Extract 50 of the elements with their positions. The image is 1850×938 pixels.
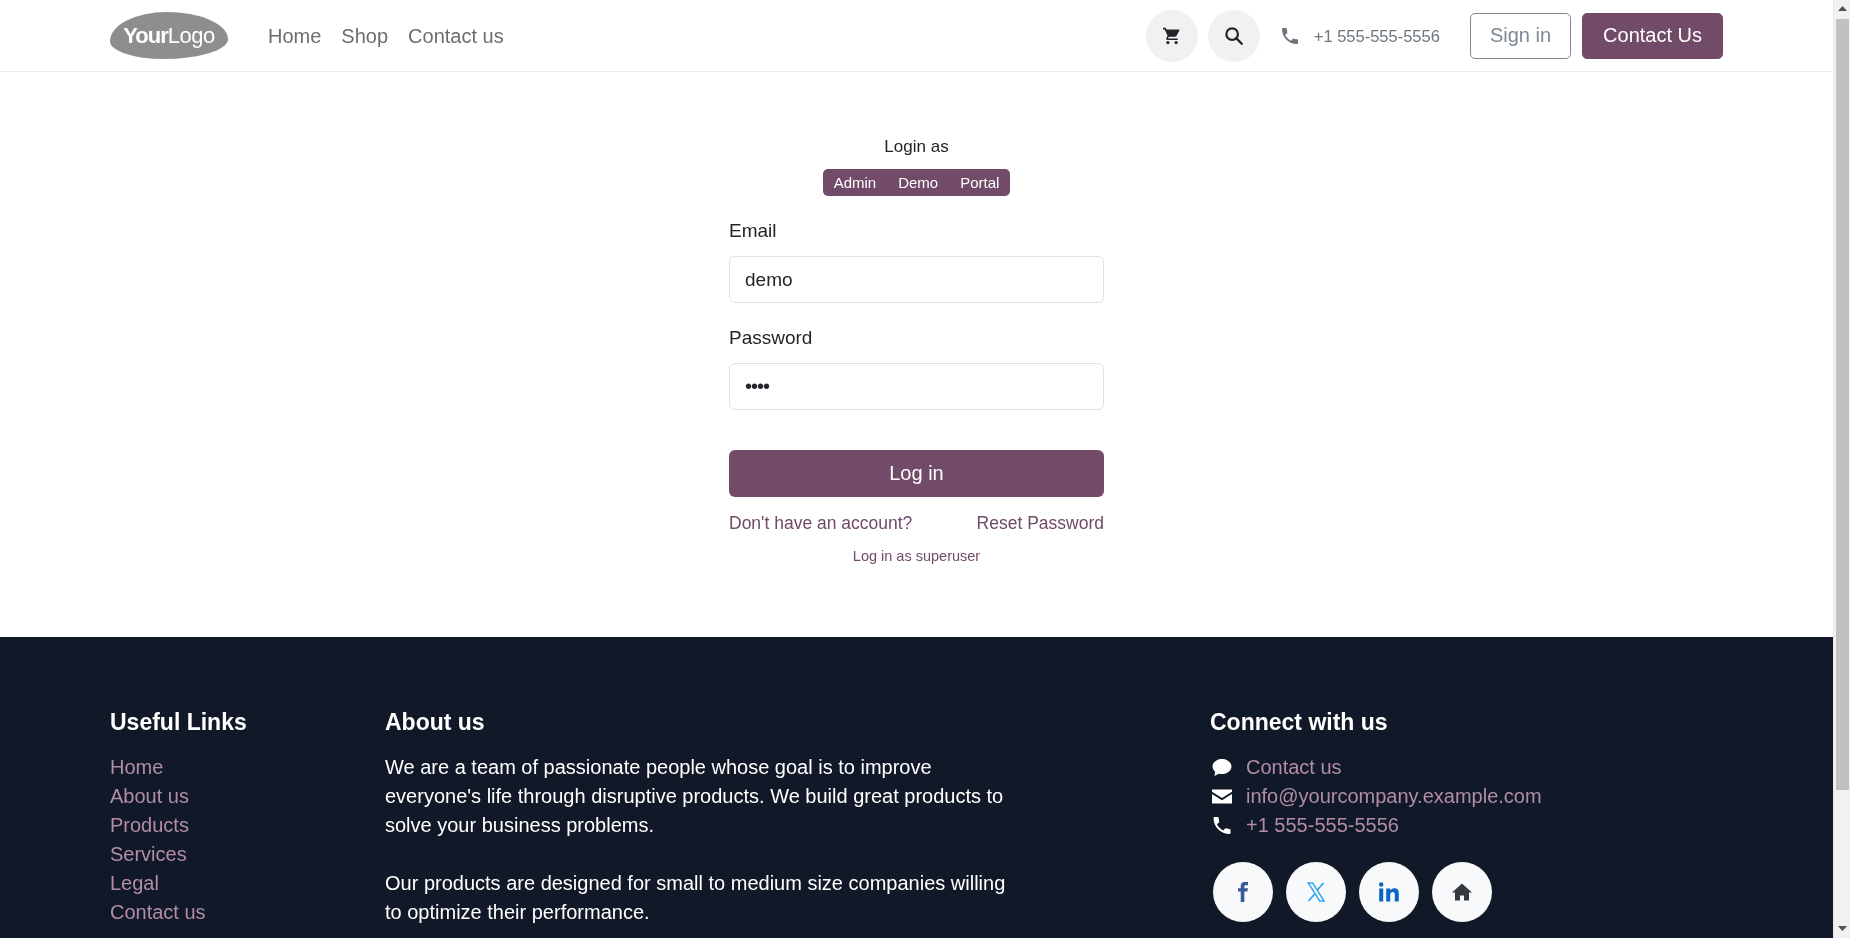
linkedin-icon — [1379, 882, 1399, 902]
search-icon — [1224, 26, 1243, 45]
footer-link[interactable]: Services — [110, 840, 187, 869]
footer-link[interactable]: Legal — [110, 869, 159, 898]
nav-link[interactable]: Contact us — [398, 21, 514, 50]
footer-link[interactable]: Home — [110, 753, 164, 782]
chat-icon — [1212, 759, 1232, 776]
nav-link[interactable]: Shop — [331, 21, 399, 50]
phone-icon — [1212, 817, 1232, 834]
quick-login-button[interactable]: Admin — [822, 169, 888, 196]
home-button[interactable] — [1432, 862, 1492, 922]
scroll-down-icon[interactable] — [1837, 926, 1847, 931]
home-icon — [1452, 882, 1472, 902]
logo[interactable]: YourLogo — [110, 12, 228, 59]
footer-heading: Useful Links — [110, 708, 248, 737]
footer-heading: Connect with us — [1210, 708, 1389, 737]
quick-login-button[interactable]: Demo — [887, 169, 950, 196]
footer-heading: About us — [385, 708, 486, 737]
scrollbar[interactable] — [1833, 0, 1850, 938]
linkedin-button[interactable] — [1359, 862, 1419, 922]
contact-button[interactable]: Contact Us — [1582, 12, 1723, 59]
field-label: Email — [729, 219, 777, 243]
x-logo-icon — [1306, 882, 1326, 902]
password-field[interactable]: •••• — [729, 363, 1104, 410]
about-text: We are a team of passionate people whose goal is to improve everyone's life through disruptive products. We build great products to solve your business problems. — [385, 755, 1005, 838]
field-label: Password — [729, 326, 813, 350]
scrollbar-thumb[interactable] — [1835, 19, 1849, 790]
footer-link[interactable]: Contact us — [110, 898, 206, 927]
footer-link[interactable]: Products — [110, 811, 189, 840]
contact-link[interactable]: +1 555-555-5556 — [1246, 811, 1399, 840]
reset-password-link[interactable]: Reset Password — [976, 511, 1104, 535]
about-text: Our products are designed for small to medium size companies willing to optimize their performance. — [385, 871, 1007, 925]
phone-number[interactable]: +1 555-555-5556 — [1313, 23, 1440, 48]
login-title: Login as — [884, 136, 949, 158]
envelope-icon — [1212, 788, 1232, 805]
email-field[interactable]: demo — [729, 256, 1104, 303]
superuser-link[interactable]: Log in as superuser — [852, 545, 981, 567]
quick-login-button[interactable]: Portal — [949, 169, 1011, 196]
scroll-up-icon[interactable] — [1837, 6, 1847, 11]
sign-in-button[interactable]: Sign in — [1469, 12, 1572, 59]
cart-icon — [1162, 26, 1181, 45]
x-button[interactable] — [1286, 862, 1346, 922]
facebook-button[interactable] — [1213, 862, 1273, 922]
contact-link[interactable]: info@yourcompany.example.com — [1246, 782, 1542, 811]
footer-link[interactable]: About us — [110, 782, 189, 811]
nav-link[interactable]: Home — [258, 21, 332, 50]
contact-link[interactable]: Contact us — [1246, 753, 1342, 782]
login-button[interactable]: Log in — [729, 450, 1104, 497]
phone-icon — [1281, 27, 1298, 44]
signup-link[interactable]: Don't have an account? — [729, 511, 913, 535]
